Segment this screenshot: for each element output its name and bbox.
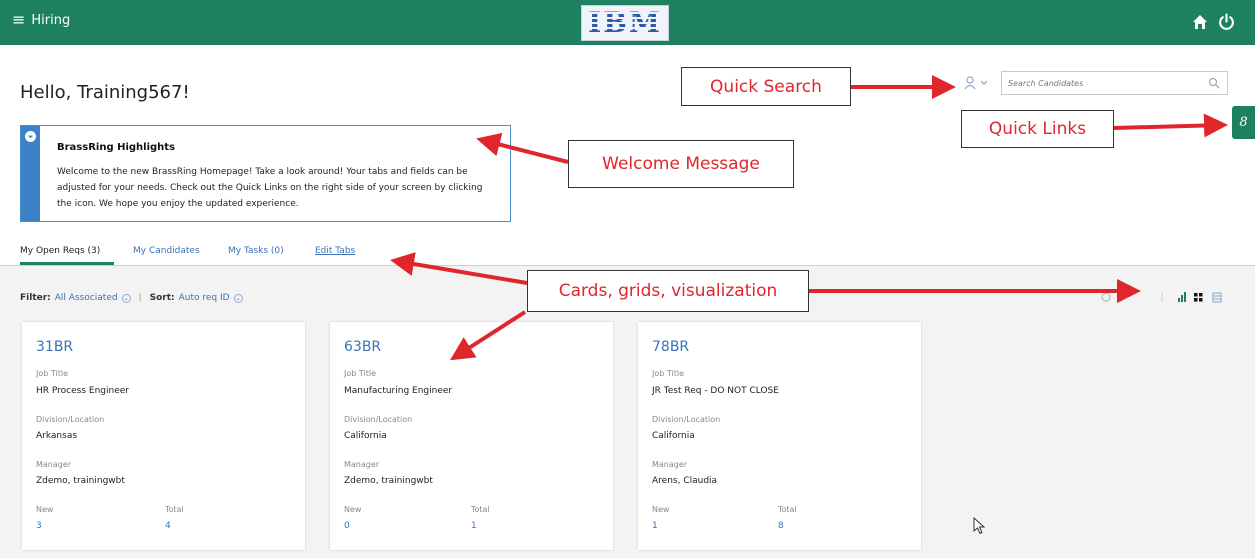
hiring-menu-button[interactable]: ≡ Hiring bbox=[12, 12, 70, 28]
annotation-cards-grids: Cards, grids, visualization bbox=[527, 270, 809, 312]
sort-value[interactable]: Auto req ID bbox=[179, 293, 230, 303]
division-label: Division/Location bbox=[344, 415, 413, 424]
new-label: New bbox=[652, 505, 670, 514]
annotation-quick-links: Quick Links bbox=[961, 110, 1114, 148]
job-title-label: Job Title bbox=[36, 369, 69, 378]
total-count[interactable]: 8 bbox=[778, 521, 784, 531]
total-label: Total bbox=[471, 505, 490, 514]
arrow-quick-links bbox=[1113, 113, 1228, 138]
manager-value: Arens, Claudia bbox=[652, 476, 718, 486]
manager-label: Manager bbox=[36, 460, 72, 469]
info-icon bbox=[25, 131, 36, 142]
division-value: California bbox=[344, 431, 387, 441]
req-card[interactable]: 31BR Job Title HR Process Engineer Divis… bbox=[22, 322, 305, 550]
total-count[interactable]: 4 bbox=[165, 521, 171, 531]
quick-links-tab[interactable]: 8 bbox=[1232, 106, 1255, 139]
division-label: Division/Location bbox=[652, 415, 721, 424]
job-title-value: HR Process Engineer bbox=[36, 386, 129, 396]
new-count[interactable]: 1 bbox=[652, 521, 658, 531]
total-count[interactable]: 1 bbox=[471, 521, 477, 531]
job-title-value: Manufacturing Engineer bbox=[344, 386, 453, 396]
req-card-id[interactable]: 63BR bbox=[344, 339, 381, 355]
filter-value[interactable]: All Associated bbox=[55, 293, 118, 303]
manager-label: Manager bbox=[344, 460, 380, 469]
req-card-id[interactable]: 31BR bbox=[36, 339, 73, 355]
ibm-logo-text: IBM bbox=[588, 6, 662, 39]
tab-edit-tabs[interactable]: Edit Tabs bbox=[315, 246, 355, 256]
power-icon[interactable] bbox=[1218, 13, 1235, 30]
top-bar: ≡ Hiring IBM bbox=[0, 0, 1255, 45]
job-title-label: Job Title bbox=[344, 369, 377, 378]
hiring-menu-label: Hiring bbox=[31, 12, 71, 28]
total-label: Total bbox=[165, 505, 184, 514]
manager-label: Manager bbox=[652, 460, 688, 469]
highlights-title: BrassRing Highlights bbox=[57, 142, 176, 153]
sort-dropdown-icon[interactable]: ⌄ bbox=[233, 293, 243, 303]
tab-bar: My Open Reqs (3) My Candidates My Tasks … bbox=[0, 238, 1255, 266]
annotation-quick-search: Quick Search bbox=[681, 67, 851, 106]
view-switcher bbox=[1101, 292, 1222, 303]
active-tab-indicator bbox=[20, 262, 114, 265]
req-card[interactable]: 63BR Job Title Manufacturing Engineer Di… bbox=[330, 322, 613, 550]
ibm-logo: IBM bbox=[581, 5, 669, 41]
list-view-icon[interactable] bbox=[1212, 292, 1222, 303]
division-label: Division/Location bbox=[36, 415, 105, 424]
job-title-label: Job Title bbox=[652, 369, 685, 378]
highlights-strip bbox=[21, 126, 40, 221]
new-count[interactable]: 3 bbox=[36, 521, 42, 531]
tab-my-tasks[interactable]: My Tasks (0) bbox=[228, 246, 284, 256]
filter-dropdown-icon[interactable]: ⌄ bbox=[121, 293, 131, 303]
tab-my-open-reqs[interactable]: My Open Reqs (3) bbox=[20, 246, 100, 256]
persona-icon[interactable] bbox=[963, 75, 993, 91]
division-value: Arkansas bbox=[36, 431, 78, 441]
highlights-body: Welcome to the new BrassRing Homepage! T… bbox=[57, 167, 483, 209]
search-icon[interactable] bbox=[1208, 77, 1220, 89]
filter-bar: Filter: All Associated ⌄ | Sort: Auto re… bbox=[20, 293, 243, 303]
search-input[interactable] bbox=[1008, 76, 1198, 91]
new-count[interactable]: 0 bbox=[344, 521, 350, 531]
chart-view-icon[interactable] bbox=[1178, 292, 1186, 302]
home-icon[interactable] bbox=[1192, 14, 1208, 30]
highlights-panel: BrassRing Highlights Welcome to the new … bbox=[20, 125, 511, 222]
job-title-value: JR Test Req - DO NOT CLOSE bbox=[652, 386, 779, 396]
filter-label: Filter: bbox=[20, 293, 51, 303]
cursor-icon bbox=[973, 517, 986, 535]
annotation-welcome-message: Welcome Message bbox=[568, 140, 794, 188]
req-card-id[interactable]: 78BR bbox=[652, 339, 689, 355]
sort-label: Sort: bbox=[149, 293, 175, 303]
highlights-close-button[interactable]: × bbox=[492, 131, 501, 144]
manager-value: Zdemo, trainingwbt bbox=[344, 476, 433, 486]
total-label: Total bbox=[778, 505, 797, 514]
search-box bbox=[1001, 71, 1228, 95]
manager-value: Zdemo, trainingwbt bbox=[36, 476, 125, 486]
tab-my-candidates[interactable]: My Candidates bbox=[133, 246, 200, 256]
req-card[interactable]: 78BR Job Title JR Test Req - DO NOT CLOS… bbox=[638, 322, 921, 550]
division-value: California bbox=[652, 431, 695, 441]
new-label: New bbox=[36, 505, 54, 514]
filter-separator: | bbox=[138, 293, 142, 303]
new-label: New bbox=[344, 505, 362, 514]
greeting-heading: Hello, Training567! bbox=[20, 82, 190, 103]
card-view-icon[interactable] bbox=[1194, 293, 1203, 302]
menu-icon: ≡ bbox=[12, 10, 26, 29]
